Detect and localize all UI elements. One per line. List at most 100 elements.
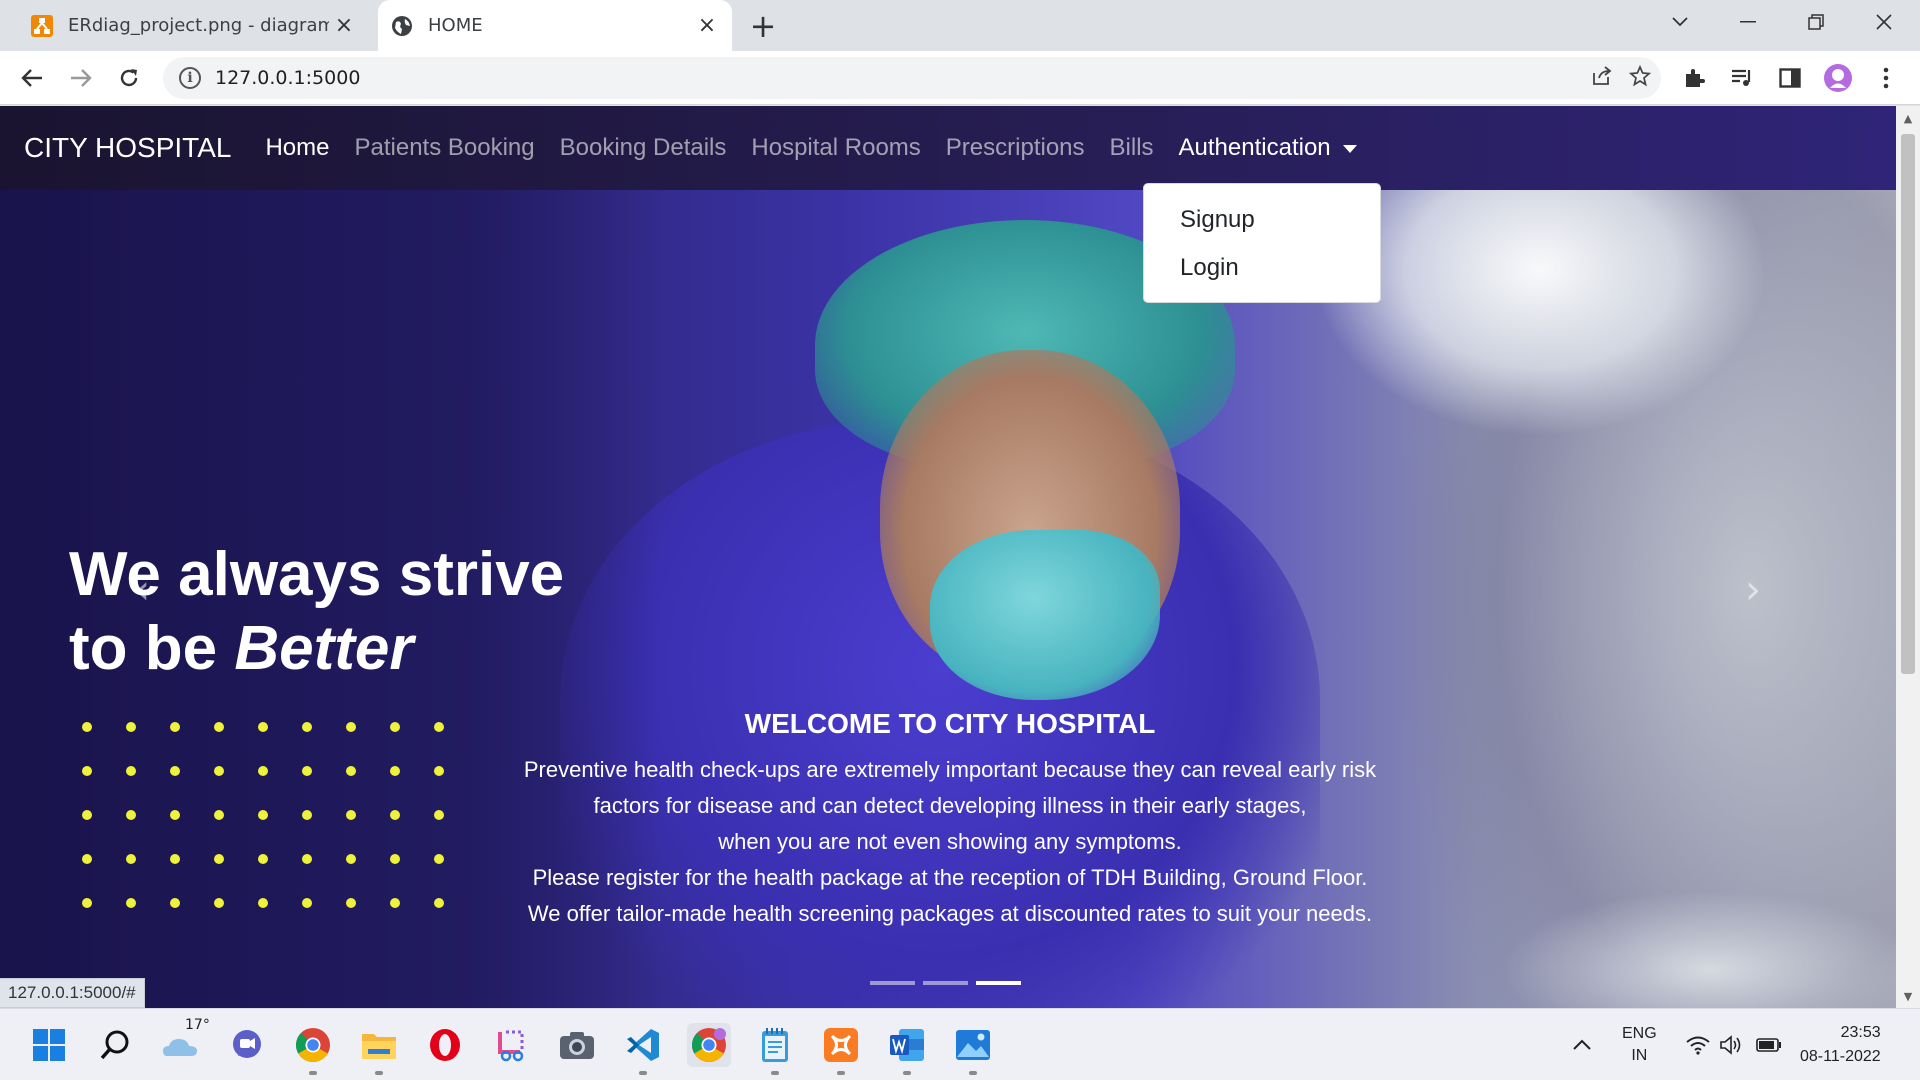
caption-line: We offer tailor-made health screening pa… <box>527 901 1373 926</box>
reload-icon[interactable] <box>109 58 149 98</box>
caret-down-icon <box>1342 144 1357 153</box>
restore-icon[interactable] <box>1788 0 1844 44</box>
decorative-dot <box>126 810 136 820</box>
weather-widget[interactable]: 17° <box>159 1017 210 1067</box>
lang-region: IN <box>1631 1047 1648 1064</box>
drawio-icon <box>30 14 54 38</box>
lang-code: ENG <box>1622 1025 1657 1042</box>
tab-title: HOME <box>428 15 483 36</box>
caption-line: Preventive health check-ups are extremel… <box>523 757 1377 782</box>
decorative-dot <box>214 854 224 864</box>
decorative-dot <box>302 854 312 864</box>
nav-hospital-rooms[interactable]: Hospital Rooms <box>751 134 920 162</box>
decorative-dot <box>258 854 268 864</box>
nav-patients-booking[interactable]: Patients Booking <box>355 134 535 162</box>
decorative-dot <box>258 898 268 908</box>
decorative-dot <box>258 810 268 820</box>
snipping-tool-icon[interactable] <box>489 1023 533 1067</box>
search-icon[interactable] <box>93 1023 137 1067</box>
site-navbar: CITY HOSPITAL Home Patients Booking Book… <box>0 106 1896 190</box>
side-panel-icon[interactable] <box>1770 58 1810 98</box>
system-clock[interactable]: 23:53 08-11-2022 <box>1800 1009 1881 1080</box>
volume-icon[interactable] <box>1719 1009 1743 1080</box>
minimize-icon[interactable] <box>1720 0 1776 44</box>
caption-line: when you are not even showing any sympto… <box>718 829 1182 854</box>
decorative-dot <box>214 766 224 776</box>
close-tab-icon[interactable]: × <box>692 11 722 41</box>
clock-time: 23:53 <box>1840 1024 1881 1041</box>
link-status-bubble: 127.0.0.1:5000/# <box>0 978 145 1008</box>
file-explorer-icon[interactable] <box>357 1023 401 1075</box>
share-icon[interactable] <box>1591 65 1613 91</box>
address-bar[interactable]: i 127.0.0.1:5000 <box>163 57 1661 99</box>
decorative-dot <box>390 854 400 864</box>
scrollbar-thumb[interactable] <box>1901 134 1915 674</box>
photos-icon[interactable] <box>951 1023 995 1075</box>
word-icon[interactable] <box>885 1023 929 1075</box>
carousel-next-icon[interactable]: › <box>1733 562 1773 618</box>
chrome-profile-icon[interactable] <box>687 1023 731 1067</box>
extensions-icon[interactable] <box>1674 58 1714 98</box>
close-tab-icon[interactable]: × <box>329 11 359 41</box>
decorative-dot <box>82 898 92 908</box>
decorative-dot <box>390 722 400 732</box>
decorative-dot <box>170 898 180 908</box>
forward-icon[interactable] <box>61 58 101 98</box>
carousel-indicator[interactable] <box>923 981 968 985</box>
site-info-icon[interactable]: i <box>179 67 201 89</box>
decorative-dot <box>390 898 400 908</box>
nav-booking-details[interactable]: Booking Details <box>560 134 727 162</box>
nav-bills[interactable]: Bills <box>1110 134 1154 162</box>
decorative-dot <box>170 810 180 820</box>
dropdown-item-signup[interactable]: Signup <box>1144 196 1380 244</box>
clock-date: 08-11-2022 <box>1800 1048 1881 1065</box>
decorative-dot <box>390 810 400 820</box>
opera-icon[interactable] <box>423 1023 467 1067</box>
caption-line: Please register for the health package a… <box>532 865 1368 890</box>
carousel-prev-icon[interactable]: ‹ <box>122 562 162 618</box>
tab-erdiag[interactable]: ERdiag_project.png - diagrams.net × <box>14 0 369 51</box>
new-tab-button[interactable]: + <box>745 7 781 45</box>
tab-search-icon[interactable] <box>1652 0 1708 44</box>
hero-carousel: We always strive to be Better WELCOME TO… <box>0 190 1896 1008</box>
back-icon[interactable] <box>12 58 52 98</box>
decorative-dot <box>170 854 180 864</box>
close-window-icon[interactable] <box>1856 0 1912 44</box>
decorative-dot <box>258 722 268 732</box>
nav-home[interactable]: Home <box>265 134 329 162</box>
decorative-dot <box>126 766 136 776</box>
decorative-dot <box>214 898 224 908</box>
decorative-dot-grid <box>82 722 478 908</box>
chrome-icon[interactable] <box>291 1023 335 1075</box>
scroll-up-icon[interactable]: ▲ <box>1896 108 1920 128</box>
decorative-dot <box>82 766 92 776</box>
browser-menu-icon[interactable] <box>1866 58 1906 98</box>
media-control-icon[interactable] <box>1722 58 1762 98</box>
decorative-dot <box>346 766 356 776</box>
carousel-indicator[interactable] <box>870 981 915 985</box>
tab-home[interactable]: HOME × <box>378 0 732 51</box>
scroll-down-icon[interactable]: ▼ <box>1896 986 1920 1006</box>
vscode-icon[interactable] <box>621 1023 665 1075</box>
bookmark-star-icon[interactable] <box>1628 64 1652 91</box>
wifi-icon[interactable] <box>1686 1009 1710 1080</box>
profile-avatar[interactable] <box>1818 58 1858 98</box>
xampp-icon[interactable] <box>819 1023 863 1075</box>
show-hidden-icons[interactable] <box>1572 1009 1592 1080</box>
start-windows-icon[interactable] <box>27 1023 71 1067</box>
camera-icon[interactable] <box>555 1023 599 1067</box>
windows-taskbar: 17° ENG IN 23:53 08-11-2022 <box>0 1008 1920 1080</box>
decorative-dot <box>258 766 268 776</box>
site-brand[interactable]: CITY HOSPITAL <box>24 132 231 164</box>
dropdown-item-login[interactable]: Login <box>1144 244 1380 292</box>
nav-prescriptions[interactable]: Prescriptions <box>946 134 1085 162</box>
notepad-icon[interactable] <box>753 1023 797 1075</box>
carousel-indicator[interactable] <box>976 981 1021 985</box>
decorative-dot <box>346 854 356 864</box>
page-scrollbar[interactable]: ▲ ▼ <box>1896 106 1920 1008</box>
chat-icon[interactable] <box>225 1023 269 1067</box>
nav-authentication-dropdown[interactable]: Authentication <box>1179 134 1357 162</box>
authentication-dropdown-menu: Signup Login <box>1143 183 1381 303</box>
battery-icon[interactable] <box>1756 1009 1782 1080</box>
input-language[interactable]: ENG IN <box>1622 1009 1657 1080</box>
